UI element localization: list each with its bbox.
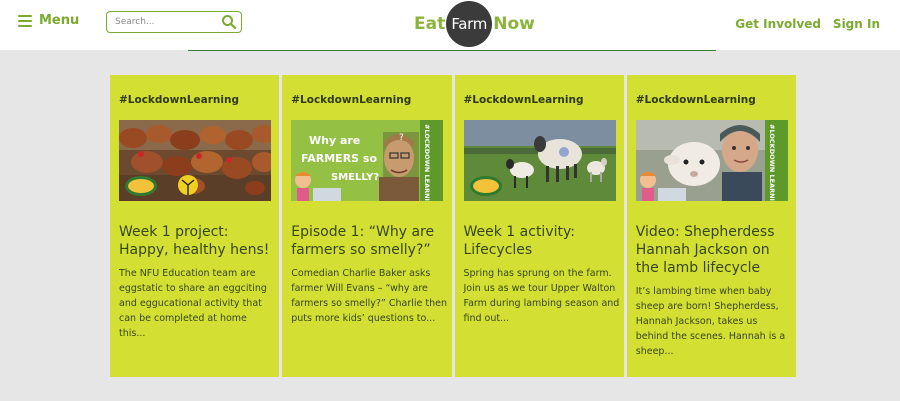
card-grid: #LockdownLearning Week 1 project: Happy,… [110,75,796,377]
site-header: Menu Eat Farm Now Get Involved Sign In [0,0,900,50]
menu-label: Menu [39,13,80,28]
card-tag: #LockdownLearning [635,94,756,106]
card-image-smelly-farmers: Why are FARMERS so SMELLY? ? #LOCKDOWN L… [291,120,444,201]
card-image-lifecycles [463,120,616,201]
search-icon[interactable] [221,14,237,30]
header-divider [188,50,716,51]
logo-farm-circle: Farm [446,1,493,47]
card-title[interactable]: Week 1 project: Happy, healthy hens! [119,223,275,259]
site-logo[interactable]: Eat Farm Now [414,0,535,48]
sign-in-link[interactable]: Sign In [833,17,880,31]
sheep-image [463,120,616,201]
card-image-hens [119,120,271,201]
image-side-text: #LOCKDOWN LEARNING [768,124,776,201]
svg-text:?: ? [399,133,404,143]
card-title[interactable]: Episode 1: “Why are farmers so smelly?” [291,223,447,259]
image-text-line1: Why are [309,134,360,147]
smelly-farmers-image: Why are FARMERS so SMELLY? ? #LOCKDOWN L… [291,120,444,201]
shepherdess-image: #LOCKDOWN LEARNING [635,120,788,201]
search-input[interactable] [115,14,215,30]
card-title[interactable]: Video: Shepherdess Hannah Jackson on the… [636,223,792,277]
card-text: The NFU Education team are eggstatic to … [119,268,267,339]
card-tag: #LockdownLearning [463,94,584,106]
logo-now: Now [493,14,535,34]
card-title[interactable]: Week 1 activity: Lifecycles [464,223,620,259]
card-lifecycles[interactable]: #LockdownLearning Week 1 activity: Lifec… [454,75,624,377]
card-happy-hens[interactable]: #LockdownLearning Week 1 project: Happy,… [110,75,280,377]
header-nav: Get Involved Sign In [735,17,880,31]
image-side-text: #LOCKDOWN LEARNING [423,124,431,201]
card-tag: #LockdownLearning [291,94,412,106]
image-text-line3: SMELLY? [331,172,379,183]
card-shepherdess[interactable]: #LockdownLearning #LOCKDOWN LEARNING Vid… [626,75,796,377]
logo-farm: Farm [451,15,488,33]
get-involved-link[interactable]: Get Involved [735,17,821,31]
card-image-shepherdess: #LOCKDOWN LEARNING [635,120,788,201]
card-text: It’s lambing time when baby sheep are bo… [635,286,786,357]
hamburger-icon [18,14,32,27]
card-tag: #LockdownLearning [119,94,239,106]
menu-button[interactable]: Menu [18,13,79,28]
card-text: Comedian Charlie Baker asks farmer Will … [291,268,447,324]
card-text: Spring has sprung on the farm. Join us a… [463,268,620,324]
search-box [106,11,242,33]
hens-image [119,120,271,201]
logo-eat: Eat [414,14,446,34]
image-text-line2: FARMERS so [301,152,377,165]
card-smelly-farmers[interactable]: #LockdownLearning Why are FARMERS so SME… [282,75,452,377]
